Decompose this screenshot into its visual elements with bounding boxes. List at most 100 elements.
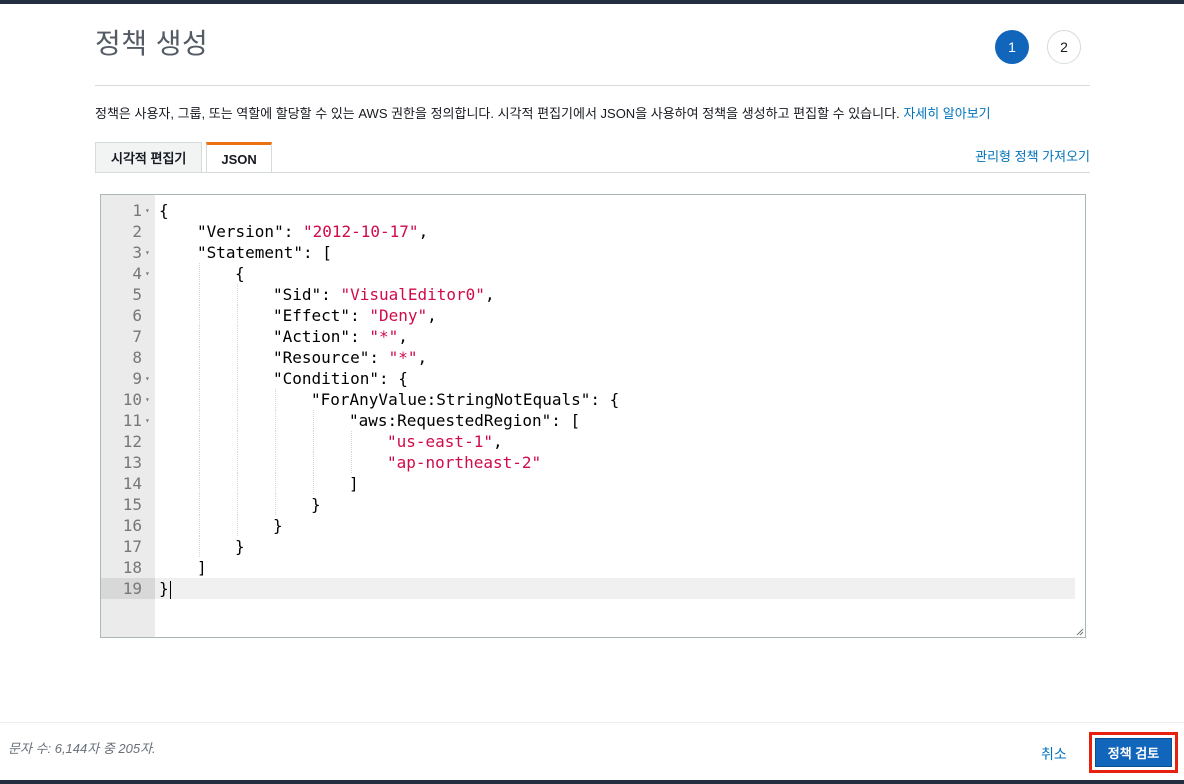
code-token: ,	[492, 432, 503, 451]
line-number: 14	[122, 474, 142, 493]
code-text: "ForAnyValue:StringNotEquals": {	[311, 389, 619, 410]
code-token: {	[235, 264, 245, 283]
code-line: 8 "Resource": "*",	[101, 347, 1085, 368]
code-text: "Action": "*",	[273, 326, 408, 347]
description-text: 정책은 사용자, 그룹, 또는 역할에 할당할 수 있는 AWS 권한을 정의합…	[95, 106, 900, 121]
indent-guide	[275, 494, 276, 515]
line-number: 18	[122, 558, 142, 577]
fold-toggle-icon[interactable]: ▾	[145, 242, 150, 263]
review-policy-button[interactable]: 정책 검토	[1095, 738, 1172, 767]
line-number: 2	[132, 222, 142, 241]
code-line: 6 "Effect": "Deny",	[101, 305, 1085, 326]
code-line: 17}	[101, 536, 1085, 557]
line-number: 7	[132, 327, 142, 346]
indent-guide	[313, 452, 314, 473]
fold-toggle-icon[interactable]: ▾	[145, 200, 150, 221]
code-line: 1 ▾{	[101, 200, 1085, 221]
indent-guide	[237, 389, 238, 410]
code-line: 9 ▾ "Condition": {	[101, 368, 1085, 389]
line-number: 15	[122, 495, 142, 514]
code-text: {	[235, 263, 245, 284]
json-code-editor[interactable]: 1 ▾{2 "Version": "2012-10-17", 3 ▾ "Statement…	[100, 194, 1086, 638]
indent-guide	[237, 410, 238, 431]
indent-guide	[199, 284, 200, 305]
title-divider	[95, 85, 1090, 86]
fold-toggle-icon[interactable]: ▾	[145, 389, 150, 410]
code-text: ]	[349, 473, 359, 494]
code-text: ]	[197, 557, 207, 578]
code-text: "Effect": "Deny",	[273, 305, 437, 326]
code-token: "aws:RequestedRegion": [	[349, 411, 581, 430]
code-line: 7 "Action": "*",	[101, 326, 1085, 347]
tab-json[interactable]: JSON	[206, 142, 272, 173]
indent-guide	[199, 431, 200, 452]
fold-toggle-icon[interactable]: ▾	[145, 410, 150, 431]
fold-toggle-icon[interactable]: ▾	[145, 368, 150, 389]
code-token: ,	[484, 285, 495, 304]
step-1: 1	[995, 30, 1029, 64]
indent-guide	[199, 473, 200, 494]
code-line: 4 ▾{	[101, 263, 1085, 284]
fold-toggle-icon[interactable]: ▾	[145, 263, 150, 284]
string-token: "2012-10-17"	[302, 222, 419, 241]
indent-guide	[275, 452, 276, 473]
line-number: 5	[132, 285, 142, 304]
code-text: "aws:RequestedRegion": [	[349, 410, 580, 431]
code-token: }	[235, 537, 245, 556]
indent-guide	[199, 368, 200, 389]
code-token: "Condition": {	[273, 369, 408, 388]
indent-guide	[199, 494, 200, 515]
code-line: 3 ▾ "Statement": [	[101, 242, 1085, 263]
indent-guide	[275, 410, 276, 431]
editor-tabs: 시각적 편집기 JSON	[95, 142, 272, 173]
code-token: }	[273, 516, 283, 535]
code-line: 12 "us-east-1",	[101, 431, 1085, 452]
indent-guide	[199, 515, 200, 536]
code-text: }	[235, 536, 245, 557]
indent-guide	[237, 347, 238, 368]
code-text: }	[311, 494, 321, 515]
code-text: }	[159, 578, 171, 599]
string-token: "Deny"	[369, 306, 428, 325]
line-number: 19	[101, 578, 155, 599]
tab-visual-editor[interactable]: 시각적 편집기	[95, 142, 203, 172]
indent-guide	[275, 431, 276, 452]
code-token: ,	[398, 327, 408, 346]
step-2: 2	[1047, 30, 1081, 64]
resize-handle-icon[interactable]	[1076, 628, 1084, 636]
line-number: 6	[132, 306, 142, 325]
indent-guide	[237, 326, 238, 347]
code-lines[interactable]: 1 ▾{2 "Version": "2012-10-17", 3 ▾ "Statement…	[101, 200, 1085, 599]
indent-guide	[199, 263, 200, 284]
code-text: "Condition": {	[273, 368, 408, 389]
code-text: "us-east-1",	[387, 431, 503, 452]
line-number: 16	[122, 516, 142, 535]
code-token: "ForAnyValue:StringNotEquals": {	[311, 390, 620, 409]
indent-guide	[237, 473, 238, 494]
indent-guide	[199, 389, 200, 410]
indent-guide	[275, 389, 276, 410]
footer-divider	[0, 722, 1184, 723]
indent-guide	[237, 494, 238, 515]
learn-more-link[interactable]: 자세히 알아보기	[903, 106, 990, 121]
code-line: 15}	[101, 494, 1085, 515]
character-count: 문자 수: 6,144자 중 205자.	[8, 741, 156, 756]
code-line: 10 ▾ "ForAnyValue:StringNotEquals": {	[101, 389, 1085, 410]
code-line: 19}	[101, 578, 1075, 599]
code-line: 18]	[101, 557, 1085, 578]
cancel-button[interactable]: 취소	[1041, 744, 1067, 764]
code-text: "Statement": [	[197, 242, 332, 263]
page-title: 정책 생성	[95, 28, 209, 59]
import-managed-policy-link[interactable]: 관리형 정책 가져오기	[975, 146, 1090, 165]
code-token: "Resource":	[273, 348, 389, 367]
top-bar	[0, 0, 1184, 4]
code-line: 13 "ap-northeast-2"	[101, 452, 1085, 473]
indent-guide	[313, 431, 314, 452]
bottom-bar	[0, 780, 1184, 784]
indent-guide	[199, 326, 200, 347]
line-number: 13	[122, 453, 142, 472]
indent-guide	[237, 305, 238, 326]
string-token: "*"	[388, 348, 418, 367]
indent-guide	[237, 452, 238, 473]
code-token: "Statement": [	[197, 243, 332, 262]
